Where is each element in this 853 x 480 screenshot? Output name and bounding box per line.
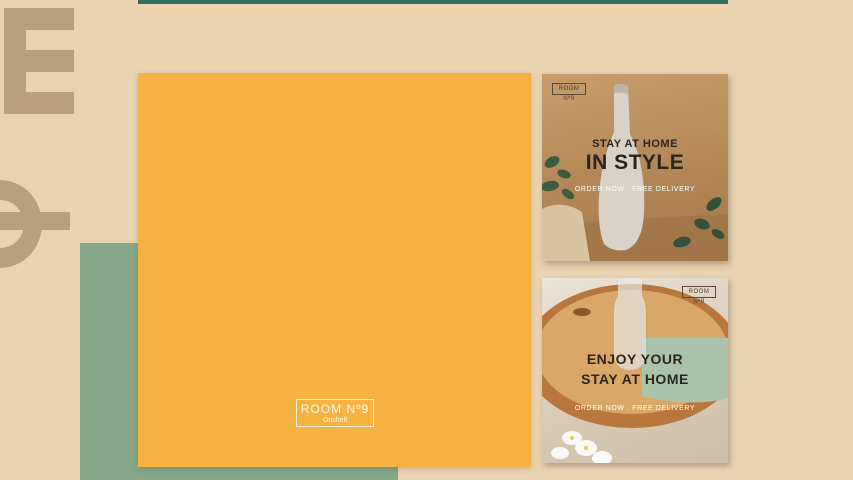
card-headline-line-2: IN STYLE [585, 151, 685, 174]
brand-logo: ROOM Nº9 Onshelf [296, 399, 374, 427]
card-cta-text: ORDER NOW . FREE DELIVERY [574, 405, 696, 412]
card-headline-line-1: STAY AT HOME [592, 138, 678, 150]
social-post-card-vase: ROOM Nº9 STAY AT HOME IN STYLE ORDER NOW… [542, 74, 728, 261]
brand-logo-tagline: Onshelf [322, 417, 348, 424]
top-accent-strip [138, 0, 728, 4]
card-headline-line-1: ENJOY YOUR [586, 351, 684, 367]
social-post-card-tray: ROOM Nº9 ENJOY YOUR STAY AT HOME ORDER N… [542, 278, 728, 463]
card-brand-logo: ROOM Nº9 [552, 83, 586, 102]
main-artboard: ROOM Nº9 Onshelf [138, 73, 531, 467]
card-cta-text: ORDER NOW . FREE DELIVERY [574, 186, 696, 193]
brand-logo-name: ROOM Nº9 [300, 402, 370, 416]
card-brand-logo: ROOM Nº9 [682, 286, 716, 305]
giant-letters-decoration [0, 0, 86, 310]
giant-letters-art [0, 8, 74, 268]
card-headline-line-2: STAY AT HOME [581, 371, 689, 387]
